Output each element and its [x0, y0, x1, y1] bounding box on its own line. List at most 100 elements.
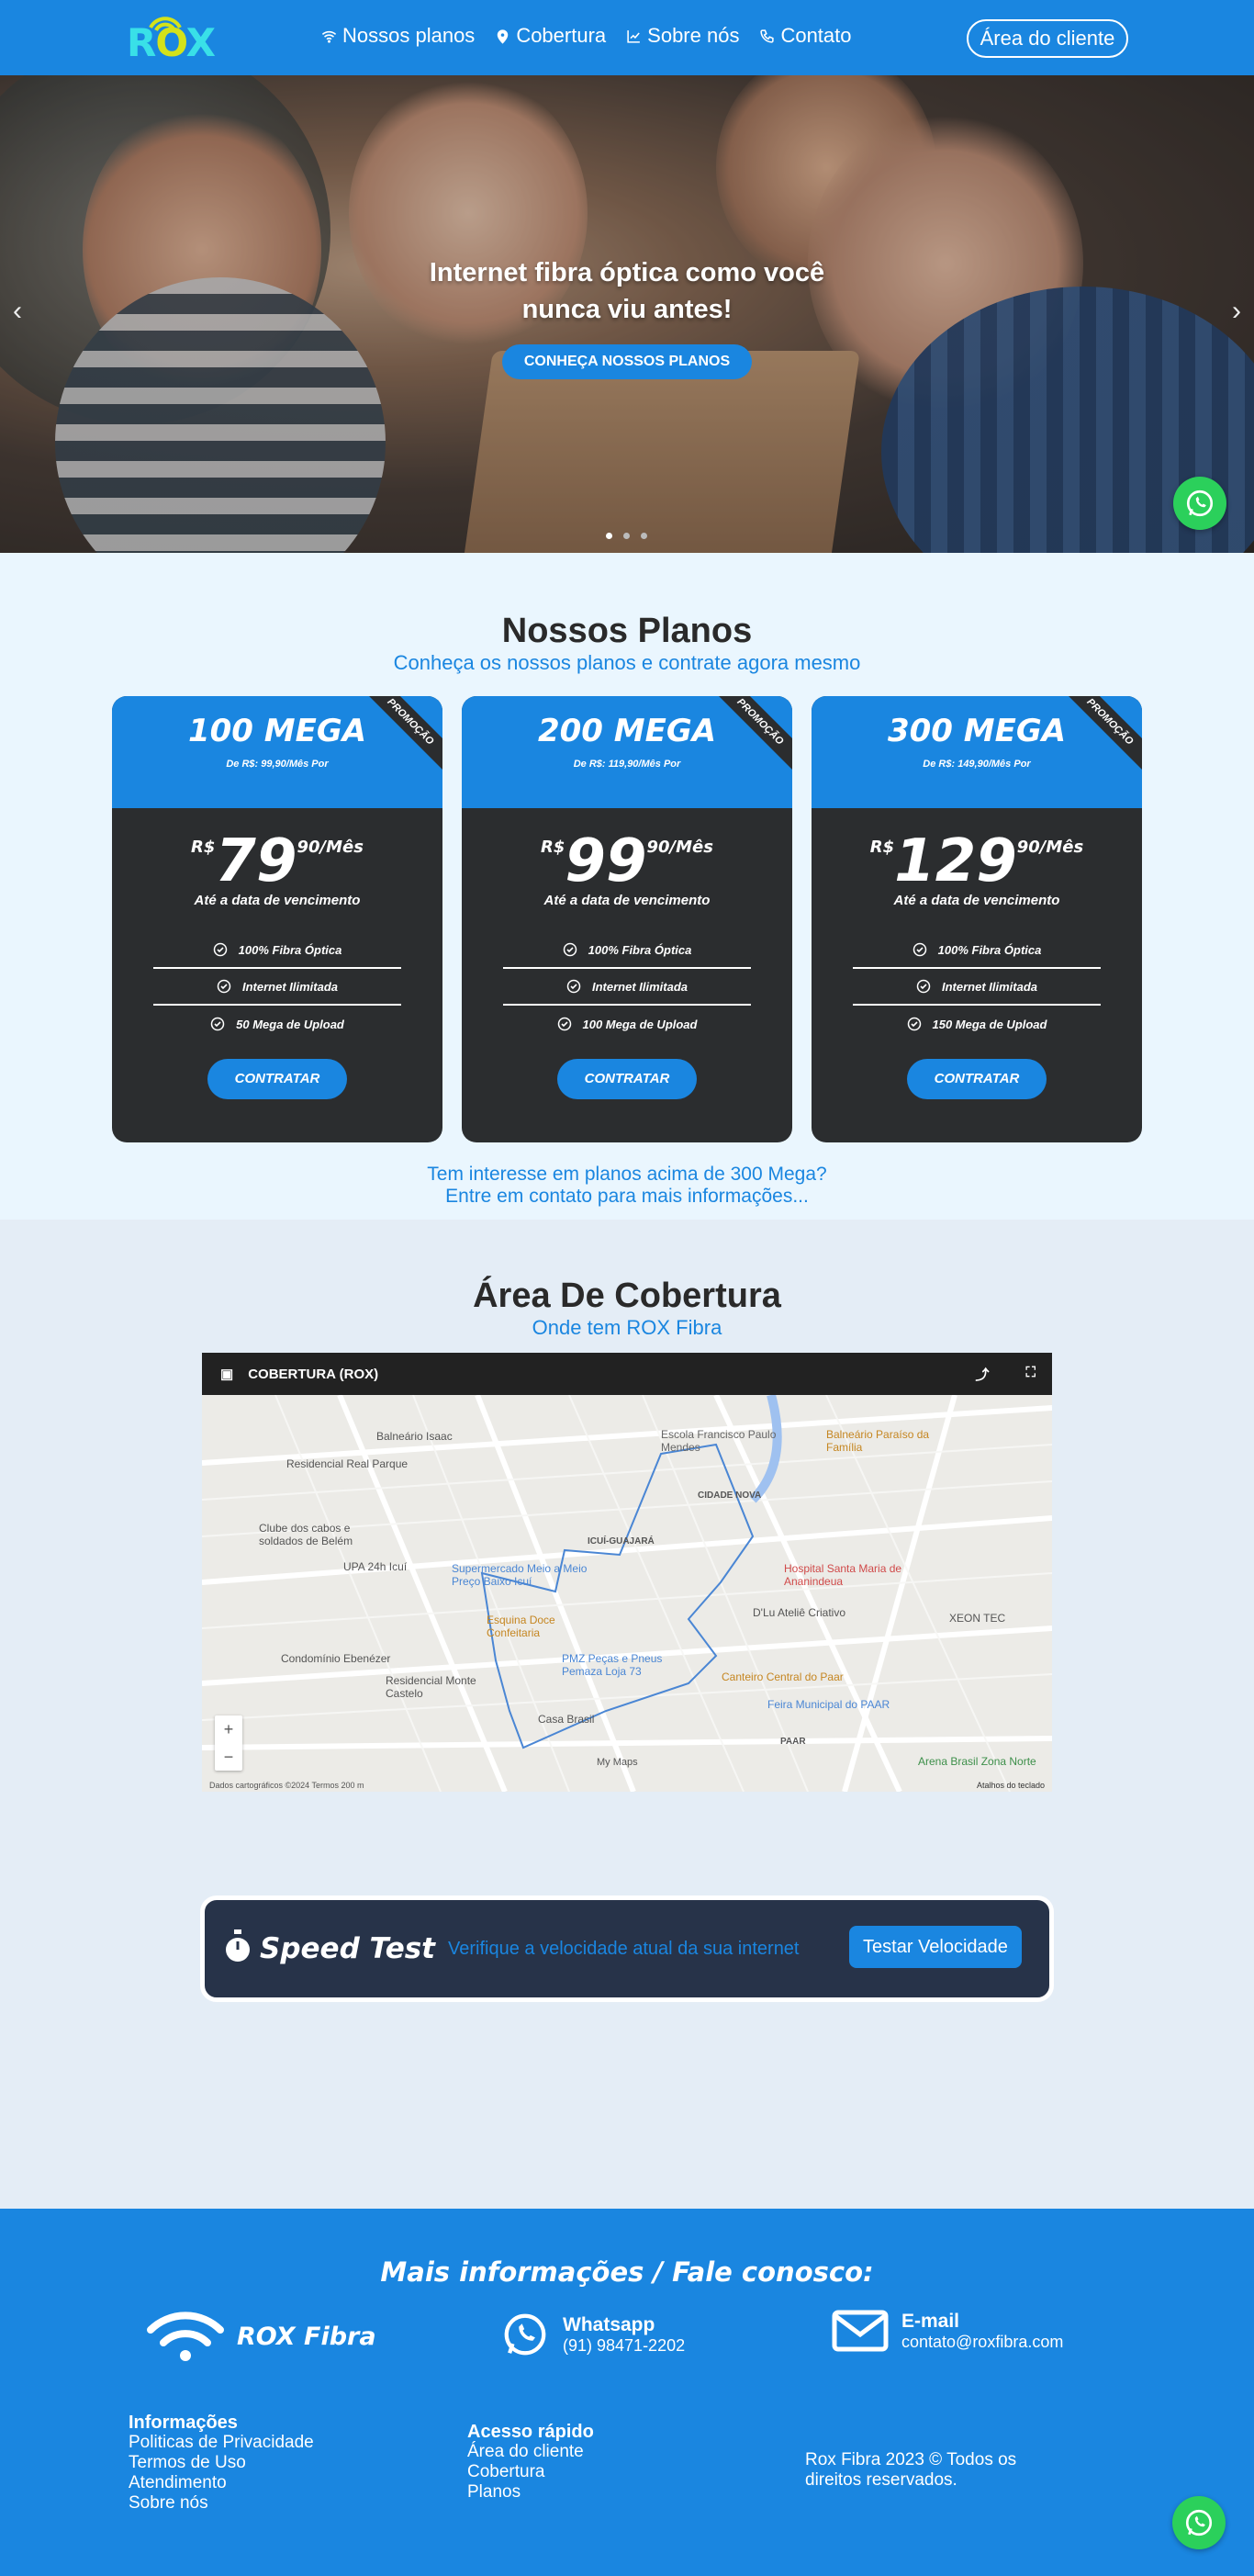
feature-item: 100 Mega de Upload — [503, 1006, 751, 1042]
plan-features: 100% Fibra Óptica Internet Ilimitada 100… — [503, 932, 751, 1042]
mail-icon — [832, 2310, 889, 2352]
plan-features: 100% Fibra Óptica Internet Ilimitada 50 … — [153, 932, 401, 1042]
whatsapp-title: Whatsapp — [563, 2313, 655, 2335]
hero-caption: Internet fibra óptica como você nunca vi… — [0, 254, 1254, 379]
test-speed-button[interactable]: Testar Velocidade — [849, 1926, 1022, 1968]
check-circle-icon — [210, 1017, 225, 1031]
footer-link[interactable]: Sobre nós — [129, 2493, 314, 2514]
footer: Mais informações / Fale conosco: ROX Fib… — [0, 2209, 1254, 2576]
feature-label: 50 Mega de Upload — [236, 1017, 344, 1031]
menu-item-label: Sobre nós — [647, 24, 740, 47]
menu-item-sobre[interactable]: Sobre nós — [626, 24, 739, 48]
plans-note: Tem interesse em planos acima de 300 Meg… — [0, 1164, 1254, 1208]
plan-features: 100% Fibra Óptica Internet Ilimitada 150… — [853, 932, 1101, 1042]
footer-link[interactable]: Área do cliente — [467, 2442, 594, 2462]
speedtest-text: Verifique a velocidade atual da sua inte… — [448, 1939, 800, 1959]
hero-title: Internet fibra óptica como você nunca vi… — [429, 258, 825, 324]
footer-email[interactable]: E-mail contato@roxfibra.com — [832, 2310, 1063, 2352]
speedtest-banner: Speed Test Verifique a velocidade atual … — [200, 1895, 1054, 2002]
footer-link[interactable]: Cobertura — [467, 2462, 594, 2482]
footer-link[interactable]: Termos de Uso — [129, 2453, 314, 2473]
feature-item: 100% Fibra Óptica — [853, 932, 1101, 969]
plans-subtitle: Conheça os nossos planos e contrate agor… — [393, 651, 861, 674]
feature-item: 100% Fibra Óptica — [153, 932, 401, 969]
contract-button[interactable]: CONTRATAR — [557, 1059, 697, 1099]
menu-item-label: Cobertura — [516, 24, 607, 47]
whatsapp-float-button[interactable] — [1172, 2496, 1226, 2549]
plan-cards: PROMOÇÃO 100 MEGA De R$: 99,90/Mês Por R… — [112, 696, 1142, 1142]
due-text: Até a data de vencimento — [194, 893, 361, 908]
price-cents: 90/Mês — [646, 838, 713, 857]
whatsapp-number[interactable]: (91) 98471-2202 — [563, 2336, 685, 2356]
coverage-map[interactable]: laranjeira Belém -PA ▣ COBERTURA (ROX) ⤴… — [202, 1353, 1052, 1792]
whatsapp-icon — [1186, 489, 1214, 517]
feature-label: 100% Fibra Óptica — [937, 942, 1042, 957]
zoom-out-button[interactable]: − — [215, 1743, 242, 1771]
map-label: Canteiro Central do Paar — [722, 1670, 844, 1683]
menu-item-planos[interactable]: Nossos planos — [321, 24, 475, 48]
check-circle-icon — [557, 1017, 571, 1031]
feature-item: 50 Mega de Upload — [153, 1006, 401, 1042]
email-address[interactable]: contato@roxfibra.com — [901, 2333, 1063, 2352]
footer-quick-links: Acesso rápido Área do cliente Cobertura … — [467, 2422, 594, 2503]
plan-old-price: De R$: 119,90/Mês Por — [573, 759, 681, 770]
map-label: Clube dos cabos e soldados de Belém — [259, 1522, 353, 1547]
zoom-in-button[interactable]: + — [215, 1715, 242, 1743]
coverage-section: Área De Cobertura Onde tem ROX Fibra lar… — [0, 1220, 1254, 2209]
map-label: Escola Francisco Paulo Mendes — [661, 1428, 777, 1454]
plans-note-line1: Tem interesse em planos acima de 300 Meg… — [427, 1164, 827, 1185]
check-circle-icon — [913, 942, 926, 957]
map-label: My Maps — [597, 1757, 638, 1768]
price-value: 129 — [894, 827, 1017, 895]
map-label: Esquina Doce Confeitaria — [487, 1614, 555, 1639]
map-label: Hospital Santa Maria de Ananindeua — [784, 1562, 902, 1588]
carousel-dot-1[interactable] — [606, 533, 612, 539]
plan-price: R$9990/Mês — [462, 832, 792, 891]
map-labels: Escola Francisco Paulo Mendes Balneário … — [202, 1353, 1052, 1792]
phone-icon — [760, 28, 775, 43]
carousel-prev-icon[interactable]: ‹ — [13, 296, 22, 327]
map-shortcuts-link[interactable]: Atalhos do teclado — [977, 1781, 1045, 1790]
map-label: Arena Brasil Zona Norte — [918, 1755, 1036, 1768]
plans-note-line2[interactable]: Entre em contato para mais informações..… — [0, 1186, 1254, 1208]
feature-item: Internet Ilimitada — [503, 969, 751, 1006]
footer-link[interactable]: Politicas de Privacidade — [129, 2433, 314, 2453]
footer-link[interactable]: Atendimento — [129, 2473, 314, 2493]
due-text: Até a data de vencimento — [893, 893, 1060, 908]
contract-button[interactable]: CONTRATAR — [207, 1059, 347, 1099]
menu-item-cobertura[interactable]: Cobertura — [495, 24, 606, 48]
contract-button[interactable]: CONTRATAR — [907, 1059, 1047, 1099]
wifi-icon — [321, 30, 337, 43]
map-label: Residencial Monte Castelo — [386, 1674, 476, 1700]
plan-card-header: PROMOÇÃO 100 MEGA De R$: 99,90/Mês Por — [112, 696, 442, 808]
menu-item-label: Contato — [780, 24, 852, 47]
map-label: Casa Brasil — [538, 1713, 595, 1726]
plan-old-price: De R$: 149,90/Mês Por — [923, 759, 1031, 770]
whatsapp-float-button[interactable] — [1173, 477, 1226, 530]
carousel-dot-3[interactable] — [641, 533, 647, 539]
chart-icon — [627, 29, 641, 43]
hero-cta-button[interactable]: CONHEÇA NOSSOS PLANOS — [501, 344, 753, 379]
plans-title: Nossos Planos — [501, 612, 753, 650]
footer-info-links: Informações Politicas de Privacidade Ter… — [129, 2413, 314, 2514]
feature-label: 100% Fibra Óptica — [588, 942, 692, 957]
footer-whatsapp[interactable]: Whatsapp (91) 98471-2202 — [500, 2310, 685, 2359]
whatsapp-icon — [504, 2313, 546, 2356]
map-label: Supermercado Meio a Meio Preço Baixo Icu… — [452, 1562, 588, 1588]
check-circle-icon — [566, 979, 581, 994]
footer-link[interactable]: Planos — [467, 2482, 594, 2503]
rox-logo[interactable]: ROX — [127, 13, 216, 65]
client-area-button[interactable]: Área do cliente — [967, 19, 1128, 58]
quick-title: Acesso rápido — [467, 2422, 594, 2442]
price-cents: 90/Mês — [297, 838, 364, 857]
feature-label: Internet Ilimitada — [241, 979, 339, 994]
menu-item-contato[interactable]: Contato — [759, 24, 852, 48]
carousel-next-icon[interactable]: › — [1232, 296, 1241, 327]
copyright: Rox Fibra 2023 © Todos os direitos reser… — [805, 2450, 1017, 2490]
coverage-title: Área De Cobertura — [473, 1277, 781, 1315]
menu-item-label: Nossos planos — [342, 24, 476, 47]
footer-brand: ROX Fibra — [147, 2310, 376, 2363]
currency: R$ — [869, 838, 895, 857]
carousel-dot-2[interactable] — [623, 533, 630, 539]
coverage-subtitle: Onde tem ROX Fibra — [532, 1316, 722, 1339]
